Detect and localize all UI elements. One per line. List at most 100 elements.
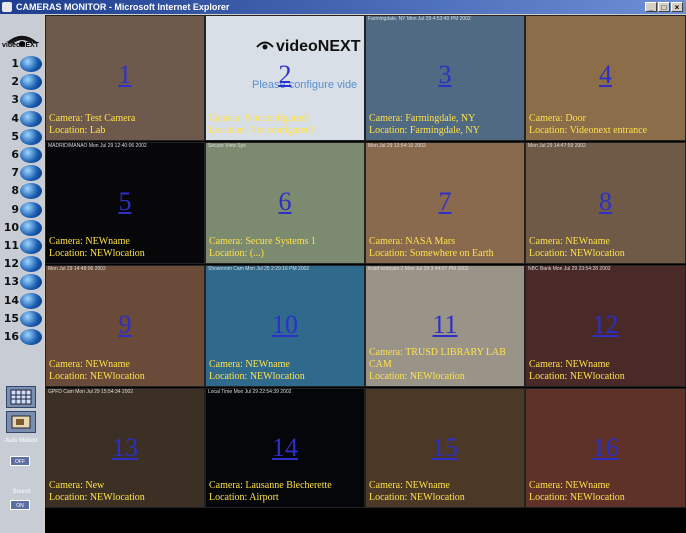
camera-location: Location: NEWlocation [529,248,625,259]
camera-caption: Camera: NEWname Location: NEWlocation [209,359,305,383]
camera-tile-2[interactable]: videoNEXT Please configure vide 2 Camera: N… [205,15,365,141]
camera-name: Camera: NEWname [529,480,610,491]
camera-location: Location: NEWlocation [49,371,145,382]
camera-location: Location: Somewhere on Earth [369,248,494,259]
camera-tile-8[interactable]: Mon Jul 29 14:47:59 2002 8 Camera: NEWname… [525,142,686,264]
camera-number-link[interactable]: 3 [366,60,524,90]
camera-select-button-12[interactable]: 12 [3,256,43,273]
camera-location: Location: NEWlocation [529,371,625,382]
camera-timestamp: Mon Jul 29 13:54:10 2002 [368,143,426,149]
camera-number-link[interactable]: 2 [206,60,364,90]
camera-caption: Camera: NEWname Location: NEWlocation [49,236,145,260]
minimize-button[interactable]: _ [645,2,657,12]
camera-number-label: 4 [11,111,19,125]
single-view-button[interactable] [6,411,36,433]
camera-select-button-7[interactable]: 7 [3,165,43,182]
camera-number-link[interactable]: 15 [366,433,524,463]
camera-tile-13[interactable]: GPFD Cam Mon Jul 29 15:54:34 2002 13 Camer… [45,388,205,508]
camera-caption: Camera: Lausanne Blecherette Location: Ai… [209,480,332,504]
camera-name: Camera: Door [529,113,586,124]
camera-number-link[interactable]: 8 [526,187,685,217]
camera-number-link[interactable]: 14 [206,433,364,463]
camera-name: Camera: NEWname [49,236,130,247]
camera-location: Location: Farmingdale, NY [369,125,480,136]
grid-view-button[interactable] [6,386,36,408]
camera-number-label: 15 [3,311,19,325]
camera-caption: Camera: NEWname Location: NEWlocation [49,359,145,383]
camera-number-link[interactable]: 7 [366,187,524,217]
camera-location: Location: Airport [209,492,279,503]
close-button[interactable]: × [671,2,683,12]
maximize-button[interactable]: □ [658,2,670,12]
camera-ball-icon [20,92,42,109]
camera-tile-6[interactable]: Secure View Sys 6 Camera: Secure Systems 1… [205,142,365,264]
camera-tile-15[interactable]: 15 Camera: NEWname Location: NEWlocation [365,388,525,508]
camera-number-link[interactable]: 6 [206,187,364,217]
camera-location: Location: (...) [209,248,264,259]
camera-tile-9[interactable]: Mon Jul 29 14:48:06 2002 9 Camera: NEWname… [45,265,205,387]
camera-number-label: 2 [11,75,19,89]
camera-select-button-9[interactable]: 9 [3,201,43,218]
camera-select-button-13[interactable]: 13 [3,274,43,291]
camera-caption: Camera: Test Camera Location: Lab [49,113,135,137]
camera-name: Camera: Lausanne Blecherette [209,480,332,491]
grid-icon [10,389,32,405]
camera-number-link[interactable]: 16 [526,433,685,463]
camera-select-button-5[interactable]: 5 [3,128,43,145]
camera-select-button-6[interactable]: 6 [3,147,43,163]
camera-ball-icon [20,201,42,218]
camera-ball-icon [20,256,42,273]
camera-name: Camera: Test Camera [49,113,136,124]
camera-number-link[interactable]: 12 [526,310,685,340]
camera-ball-icon [20,110,42,127]
camera-tile-5[interactable]: MADRID/MANAO Mon Jul 29 12:40:06 2002 5 Ca… [45,142,205,264]
camera-select-button-15[interactable]: 15 [3,310,43,327]
camera-number-link[interactable]: 11 [366,310,524,340]
auto-motion-toggle[interactable]: OFF [10,456,30,466]
camera-number-link[interactable]: 10 [206,310,364,340]
camera-tile-10[interactable]: Showroom Cam Mon Jul 25 2:20:16 PM 2002 1… [205,265,365,387]
camera-select-button-1[interactable]: 1 [3,56,43,72]
camera-name: Camera: NEWname [529,359,610,370]
sound-toggle[interactable]: ON [10,500,30,510]
camera-select-button-4[interactable]: 4 [3,110,43,127]
camera-name: Camera: NEWname [529,236,610,247]
camera-select-button-16[interactable]: 16 [3,329,43,345]
camera-tile-7[interactable]: Mon Jul 29 13:54:10 2002 7 Camera: NASA Ma… [365,142,525,264]
camera-number-link[interactable]: 4 [526,60,685,90]
camera-ball-icon [20,147,42,163]
camera-number-link[interactable]: 13 [46,433,204,463]
videonext-logo-icon [256,41,274,50]
camera-select-button-8[interactable]: 8 [3,183,43,200]
camera-tile-4[interactable]: 4 Camera: Door Location: Videonext entranc… [525,15,686,141]
camera-tile-16[interactable]: 16 Camera: NEWname Location: NEWlocation [525,388,686,508]
camera-number-link[interactable]: 5 [46,187,204,217]
app-icon [2,2,12,12]
camera-tile-12[interactable]: NBC Bank Mon Jul 29 23:54:28 2002 12 Camer… [525,265,686,387]
camera-location: Location: NEWlocation [49,248,145,259]
camera-tile-14[interactable]: Local Time Mon Jul 29 22:54:39 2002 14 Cam… [205,388,365,508]
camera-number-label: 6 [11,148,19,161]
camera-ball-icon [20,219,42,236]
camera-select-button-2[interactable]: 2 [3,74,43,91]
camera-tile-3[interactable]: Farmingdale, NY Mon Jul 29 4:53:40 PM 20… [365,15,525,141]
camera-select-button-14[interactable]: 14 [3,292,43,309]
camera-grid: 1 Camera: Test Camera Location: Lab videoNE… [45,15,686,533]
camera-tile-1[interactable]: 1 Camera: Test Camera Location: Lab [45,15,205,141]
camera-select-button-10[interactable]: 10 [3,219,43,236]
sound-label: Sound: [12,489,32,495]
camera-ball-icon [20,128,42,145]
camera-number-link[interactable]: 9 [46,310,204,340]
camera-select-button-3[interactable]: 3 [3,92,43,109]
camera-caption: Camera: NEWname Location: NEWlocation [529,480,625,504]
camera-select-button-11[interactable]: 11 [3,238,43,254]
camera-number-link[interactable]: 1 [46,60,204,90]
window-title: CAMERAS MONITOR - Microsoft Internet Exp… [16,2,230,12]
sidebar-logo-text: videoNEXT [2,42,39,49]
camera-location: Location: NEWlocation [529,492,625,503]
camera-caption: Camera: TRUSD LIBRARY LAB CAM Location: NE… [369,347,506,383]
camera-timestamp: Mon Jul 29 14:48:06 2002 [48,266,106,272]
camera-number-label: 13 [3,275,19,289]
camera-tile-11[interactable]: trusd webcam 2 Mon Jul 29 3:44:07 PM 200… [365,265,525,387]
camera-location: Location: Lab [49,125,106,136]
